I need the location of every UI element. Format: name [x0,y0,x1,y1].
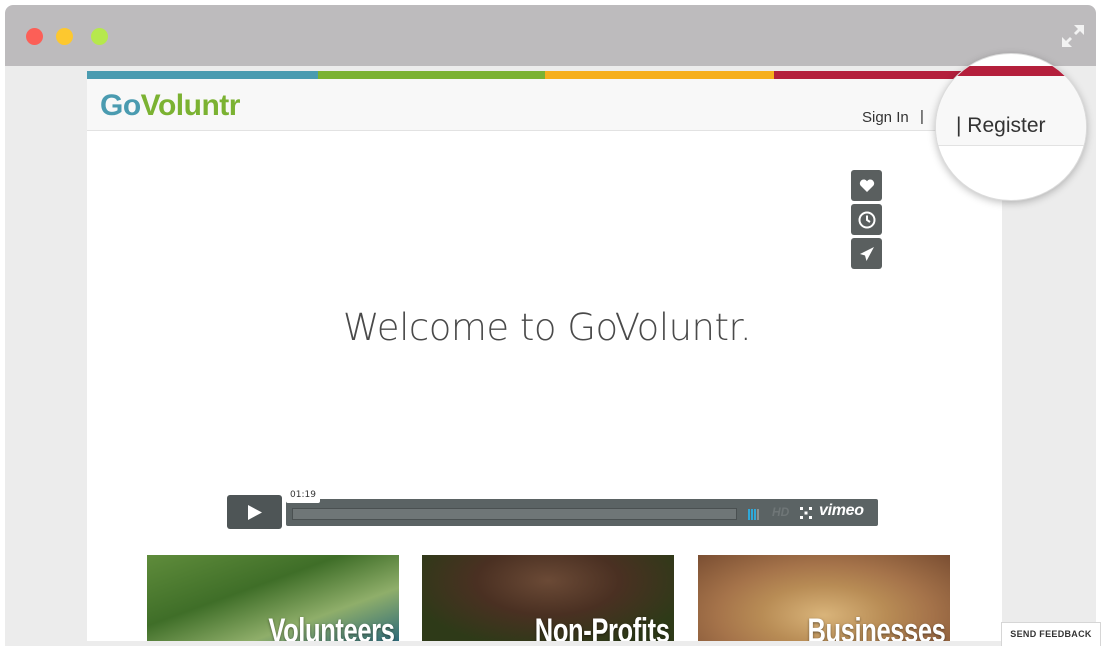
clock-icon [858,211,875,228]
vimeo-logo[interactable]: vimeo [819,502,864,520]
non-profits-card[interactable]: Non-Profits [422,555,674,641]
volunteers-card-label: Volunteers [268,612,395,641]
fullscreen-icon[interactable] [800,507,812,519]
minimize-window-button[interactable] [56,28,73,45]
video-title-text: Welcome to GoVoluntr. [342,306,752,349]
businesses-card[interactable]: Businesses [698,555,950,641]
video-player[interactable]: Welcome to GoVoluntr. HD vimeo 01:19 [92,132,1002,542]
website-page: GoVoluntr Sign In | Welcome to GoVoluntr… [87,71,1002,641]
brand-color-bar-blue [87,71,318,79]
browser-titlebar [5,5,1096,66]
sign-in-link[interactable]: Sign In [862,109,909,126]
hd-toggle[interactable]: HD [772,505,789,519]
register-link[interactable]: | Register [956,114,1046,138]
logo-voluntr: Voluntr [140,89,241,122]
expand-arrows-icon[interactable] [1060,23,1086,49]
like-button[interactable] [851,170,882,201]
logo-go: Go [100,89,141,122]
site-header: GoVoluntr Sign In | [87,79,1002,131]
audience-cards: Volunteers Non-Profits Businesses [147,555,950,641]
site-logo[interactable]: GoVoluntr [100,89,240,123]
volume-control[interactable] [748,507,764,520]
send-feedback-button[interactable]: SEND FEEDBACK [1001,622,1101,646]
heart-icon [859,178,874,192]
watch-later-button[interactable] [851,204,882,235]
share-button[interactable] [851,238,882,269]
video-timestamp: 01:19 [286,487,320,503]
brand-color-bar-yellow [545,71,774,79]
maximize-window-button[interactable] [91,28,108,45]
nav-separator: | [920,108,924,125]
video-side-actions [851,170,882,272]
zoom-color-bar [936,66,1086,76]
non-profits-card-label: Non-Profits [534,612,670,641]
send-icon [859,246,874,261]
browser-window: GoVoluntr Sign In | Welcome to GoVoluntr… [5,5,1096,646]
play-icon [247,504,262,520]
register-zoom-magnifier: | Register [935,53,1087,201]
video-control-bar: HD vimeo [286,499,878,526]
video-progress-bar[interactable] [292,508,737,520]
brand-color-bar-green [318,71,545,79]
volunteers-card[interactable]: Volunteers [147,555,399,641]
businesses-card-label: Businesses [807,612,946,641]
close-window-button[interactable] [26,28,43,45]
play-button[interactable] [227,495,282,529]
